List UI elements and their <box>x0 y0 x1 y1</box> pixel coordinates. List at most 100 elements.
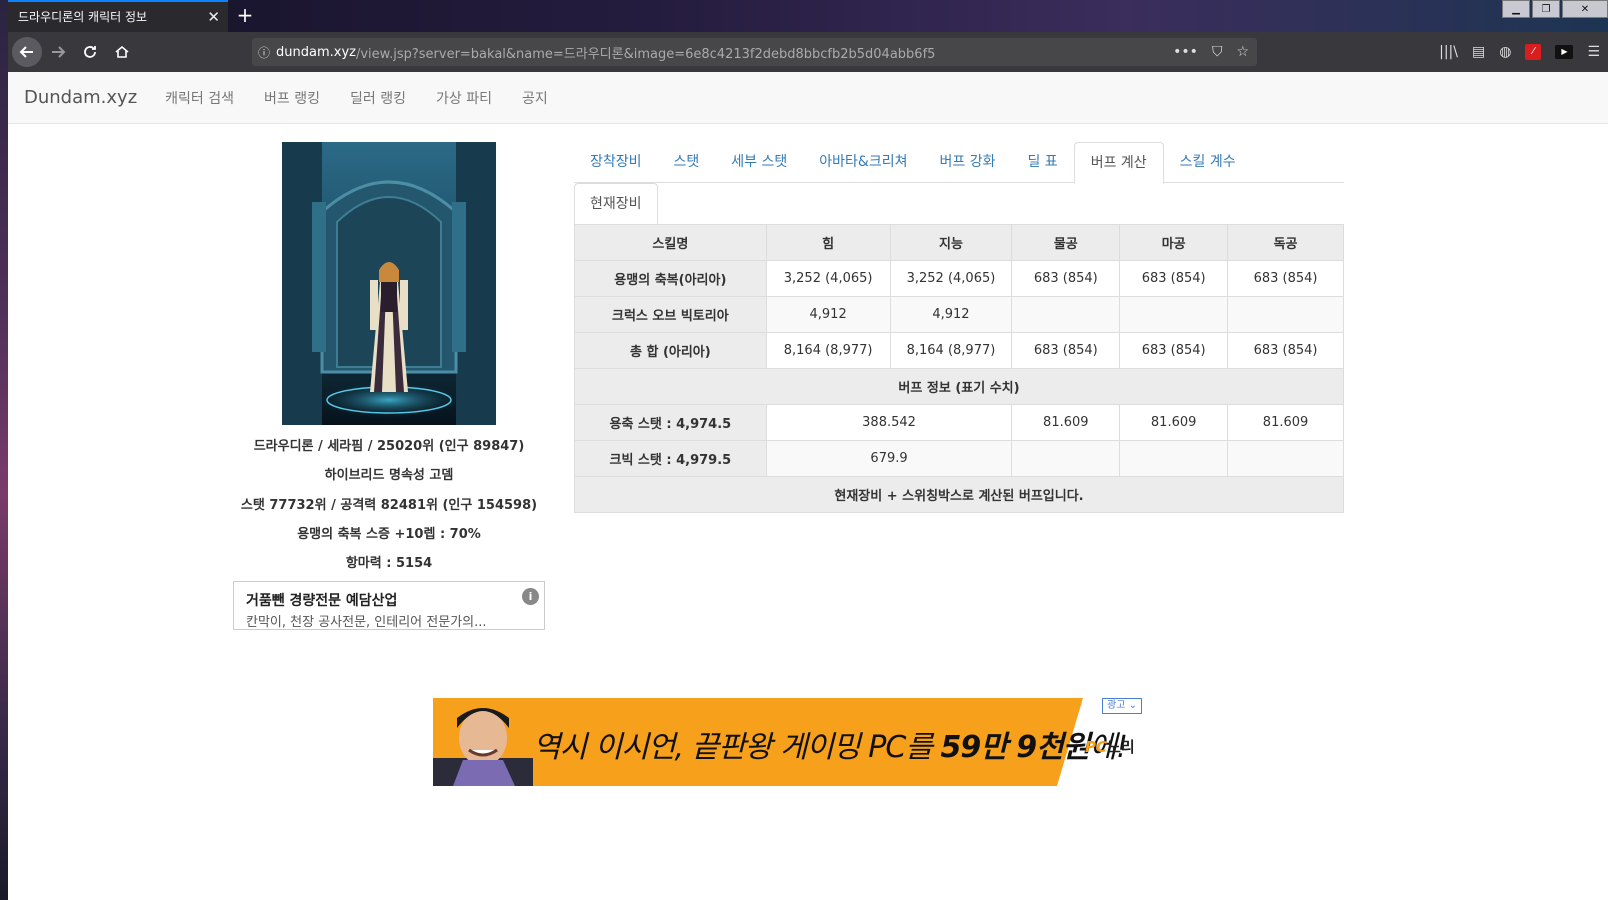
ad-label[interactable]: 광고 ⌄ <box>1102 698 1142 714</box>
desktop-wallpaper <box>0 0 8 900</box>
reload-button[interactable] <box>74 36 106 68</box>
cell-str: 4,912 <box>765 296 891 333</box>
header-skill-name: 스킬명 <box>574 224 767 261</box>
buff-skill-level: 용맹의 축복 스증 +10렙 : 70% <box>297 526 481 542</box>
tab-buff-calc[interactable]: 버프 계산 <box>1073 142 1164 184</box>
home-icon <box>115 45 129 58</box>
header-str: 힘 <box>765 224 891 261</box>
menu-icon[interactable]: ☰ <box>1587 44 1600 60</box>
cell-ind: 683 (854) <box>1227 332 1344 369</box>
cell-stat: 679.9 <box>765 440 1013 477</box>
library-icon[interactable]: |||\ <box>1439 44 1458 60</box>
extension-red-icon[interactable]: ⁄ <box>1525 44 1542 60</box>
sub-tabs: 현재장비 <box>574 183 1344 224</box>
cell-int: 8,164 (8,977) <box>889 332 1013 369</box>
url-actions: ••• ⛉ ☆ <box>1173 38 1249 66</box>
table-footer: 현재장비 + 스위칭박스로 계산된 버프입니다. <box>574 476 1344 513</box>
nav-buff-ranking[interactable]: 버프 랭킹 <box>264 88 320 108</box>
ad-title: 거품뺀 경량전문 예담산업 <box>246 593 398 609</box>
ad-description: 칸막이, 천장 공사전문, 인테리어 전문가의... <box>246 615 487 630</box>
tab-strip: 드라우디론의 캐릭터 정보 ✕ + ▁ ❐ ✕ <box>8 0 1608 32</box>
side-advertisement[interactable]: 거품뺀 경량전문 예담산업 칸막이, 천장 공사전문, 인테리어 전문가의...… <box>233 581 545 630</box>
bookmark-star-icon[interactable]: ☆ <box>1236 44 1249 60</box>
nav-character-search[interactable]: 캐릭터 검색 <box>165 88 234 108</box>
row-label: 크럭스 오브 빅토리아 <box>574 296 767 333</box>
site-info-icon[interactable]: ⓘ <box>252 44 276 61</box>
sidebar-icon[interactable]: ▤ <box>1472 44 1485 60</box>
close-tab-icon[interactable]: ✕ <box>207 2 220 32</box>
tab-damage-table[interactable]: 딜 표 <box>1011 142 1073 183</box>
nav-notice[interactable]: 공지 <box>522 88 548 108</box>
home-button[interactable] <box>106 36 138 68</box>
address-bar[interactable]: ⓘ dundam.xyz /view.jsp?server=bakal&name… <box>252 38 1257 66</box>
character-image <box>282 142 496 425</box>
cell-str: 3,252 (4,065) <box>765 260 891 297</box>
banner-logo: PC노리 <box>1085 738 1135 756</box>
arrow-right-icon <box>52 46 66 58</box>
cell-phys: 81.609 <box>1011 404 1121 441</box>
cell-phys: 683 (854) <box>1011 260 1121 297</box>
cell-mag <box>1119 440 1229 477</box>
navigation-toolbar: ⓘ dundam.xyz /view.jsp?server=bakal&name… <box>8 32 1608 72</box>
row-label: 크빅 스탯 : 4,979.5 <box>574 440 767 477</box>
ad-info-icon[interactable]: i <box>522 588 539 605</box>
tab-skill-coefficient[interactable]: 스킬 계수 <box>1164 142 1252 183</box>
reload-icon <box>84 46 96 58</box>
cell-int: 4,912 <box>889 296 1013 333</box>
buff-table: 스킬명 힘 지능 물공 마공 독공 용맹의 축복(아리아) 3,252 (4,0… <box>574 224 1344 513</box>
site-brand[interactable]: Dundam.xyz <box>24 87 137 108</box>
character-ranking: 스탯 77732위 / 공격력 82481위 (인구 154598) <box>240 497 538 513</box>
character-info: 드라우디론 / 세라핌 / 25020위 (인구 89847) 하이브리드 명속… <box>208 432 570 578</box>
forward-button[interactable] <box>42 36 74 68</box>
table-row: 용맹의 축복(아리아) 3,252 (4,065) 3,252 (4,065) … <box>574 260 1344 297</box>
url-path: /view.jsp?server=bakal&name=드라우디론&image=… <box>355 46 936 62</box>
arrow-left-icon <box>19 46 33 58</box>
restore-button[interactable]: ❐ <box>1532 0 1560 18</box>
banner-text: 역시 이시언, 끝판왕 게이밍 PC를 59만 9천원에! <box>533 730 1128 765</box>
main-tabs: 장착장비 스탯 세부 스탯 아바타&크리쳐 버프 강화 딜 표 버프 계산 스킬… <box>574 142 1344 184</box>
cell-ind: 81.609 <box>1227 404 1344 441</box>
tab-stats[interactable]: 스탯 <box>658 142 716 183</box>
browser-tab[interactable]: 드라우디론의 캐릭터 정보 ✕ <box>8 0 228 32</box>
site-navbar: Dundam.xyz 캐릭터 검색 버프 랭킹 딜러 랭킹 가상 파티 공지 <box>8 72 1608 124</box>
tab-title: 드라우디론의 캐릭터 정보 <box>18 10 148 24</box>
table-row: 총 합 (아리아) 8,164 (8,977) 8,164 (8,977) 68… <box>574 332 1344 369</box>
globe-icon[interactable]: ◍ <box>1499 44 1511 60</box>
page-actions-icon[interactable]: ••• <box>1173 44 1198 60</box>
cell-str: 8,164 (8,977) <box>765 332 891 369</box>
header-int: 지능 <box>889 224 1013 261</box>
table-header-row: 스킬명 힘 지능 물공 마공 독공 <box>574 224 1344 261</box>
nav-dealer-ranking[interactable]: 딜러 랭킹 <box>350 88 406 108</box>
youtube-extension-icon[interactable]: ▶ <box>1555 45 1574 59</box>
close-window-button[interactable]: ✕ <box>1562 0 1608 18</box>
nav-virtual-party[interactable]: 가상 파티 <box>436 88 492 108</box>
character-summary: 드라우디론 / 세라핌 / 25020위 (인구 89847) <box>253 439 525 454</box>
table-row: 크럭스 오브 빅토리아 4,912 4,912 <box>574 296 1344 333</box>
cell-ind <box>1227 440 1344 477</box>
cell-phys <box>1011 296 1121 333</box>
toolbar-right: |||\ ▤ ◍ ⁄ ▶ ☰ <box>1439 32 1600 72</box>
minimize-button[interactable]: ▁ <box>1502 0 1530 18</box>
cell-ind: 683 (854) <box>1227 260 1344 297</box>
tab-avatar-creature[interactable]: 아바타&크리쳐 <box>803 142 923 183</box>
banner-advertisement[interactable]: 역시 이시언, 끝판왕 게이밍 PC를 59만 9천원에! PC노리 <box>433 698 1143 786</box>
subtab-current-equipment[interactable]: 현재장비 <box>574 183 658 224</box>
cell-int: 3,252 (4,065) <box>889 260 1013 297</box>
new-tab-button[interactable]: + <box>234 0 256 32</box>
pocket-icon[interactable]: ⛉ <box>1212 44 1223 60</box>
cell-phys <box>1011 440 1121 477</box>
magic-resistance: 항마력 : 5154 <box>345 556 433 572</box>
character-build: 하이브리드 명속성 고뎀 <box>324 468 454 484</box>
tab-equipment[interactable]: 장착장비 <box>574 142 658 183</box>
cell-mag <box>1119 296 1229 333</box>
header-mag-atk: 마공 <box>1119 224 1229 261</box>
header-phys-atk: 물공 <box>1011 224 1121 261</box>
tab-buff-enhance[interactable]: 버프 강화 <box>923 142 1011 183</box>
back-button[interactable] <box>12 37 42 67</box>
cell-stat: 388.542 <box>765 404 1013 441</box>
table-row: 용축 스탯 : 4,974.5 388.542 81.609 81.609 81… <box>574 404 1344 441</box>
cell-phys: 683 (854) <box>1011 332 1121 369</box>
tab-detailed-stats[interactable]: 세부 스탯 <box>715 142 803 183</box>
row-label: 용맹의 축복(아리아) <box>574 260 767 297</box>
cell-mag: 81.609 <box>1119 404 1229 441</box>
